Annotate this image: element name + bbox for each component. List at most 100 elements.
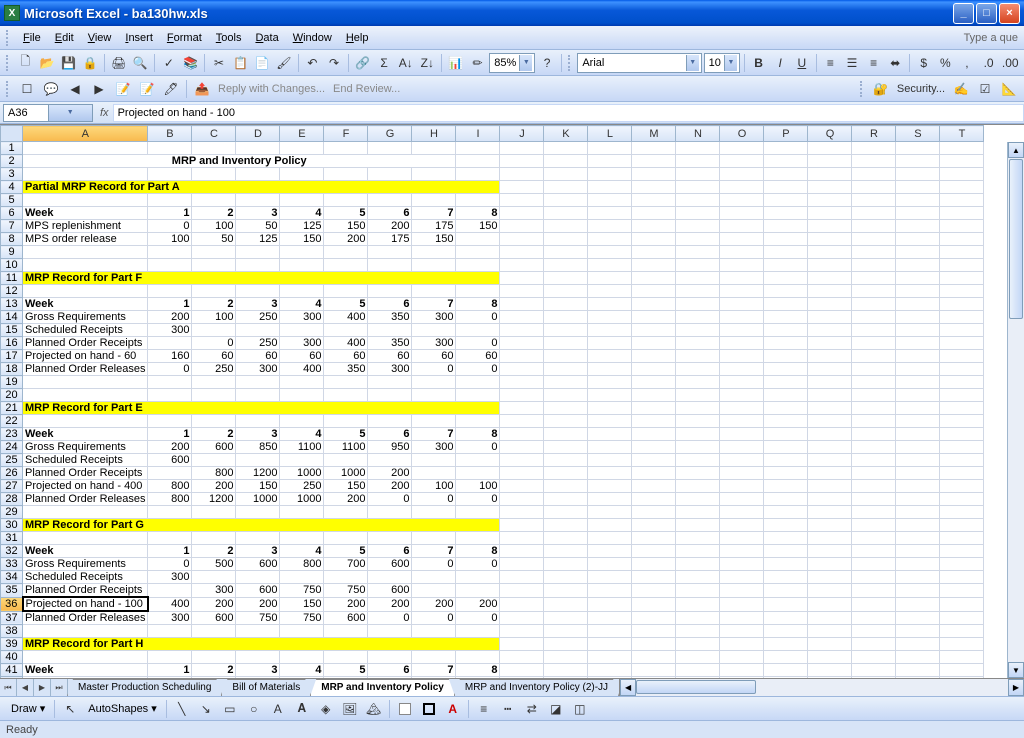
comma-button[interactable]: ,: [957, 52, 977, 74]
col-header-R[interactable]: R: [852, 126, 896, 142]
cell-T12[interactable]: [940, 285, 984, 298]
cell-Q35[interactable]: [808, 584, 852, 598]
close-button[interactable]: ×: [999, 3, 1020, 24]
cell-A9[interactable]: [23, 246, 148, 259]
cell-E27[interactable]: 250: [280, 480, 324, 493]
cell-E19[interactable]: [280, 376, 324, 389]
cell-J31[interactable]: [500, 532, 544, 545]
cell-K17[interactable]: [544, 350, 588, 363]
cell-M32[interactable]: [632, 545, 676, 558]
cell-P31[interactable]: [764, 532, 808, 545]
cell-S20[interactable]: [896, 389, 940, 402]
cell-B10[interactable]: [148, 259, 192, 272]
cell-B41[interactable]: 1: [148, 664, 192, 677]
cell-H3[interactable]: [412, 168, 456, 181]
cell-B25[interactable]: 600: [148, 454, 192, 467]
cell-T20[interactable]: [940, 389, 984, 402]
cell-R17[interactable]: [852, 350, 896, 363]
col-header-J[interactable]: J: [500, 126, 544, 142]
menu-window[interactable]: Window: [286, 29, 339, 47]
cell-Q15[interactable]: [808, 324, 852, 337]
col-header-I[interactable]: I: [456, 126, 500, 142]
cell-L34[interactable]: [588, 571, 632, 584]
cut-button[interactable]: ✂: [209, 52, 229, 74]
cell-A25[interactable]: Scheduled Receipts: [23, 454, 148, 467]
cell[interactable]: [500, 519, 544, 532]
row-header-25[interactable]: 25: [1, 454, 23, 467]
name-box[interactable]: A36 ▼: [3, 104, 93, 122]
maximize-button[interactable]: □: [976, 3, 997, 24]
cell-O14[interactable]: [720, 311, 764, 324]
cell-J26[interactable]: [500, 467, 544, 480]
cell-R1[interactable]: [852, 142, 896, 155]
col-header-T[interactable]: T: [940, 126, 984, 142]
row-header-40[interactable]: 40: [1, 651, 23, 664]
cell[interactable]: [588, 155, 632, 168]
cell-I31[interactable]: [456, 532, 500, 545]
cell-M41[interactable]: [632, 664, 676, 677]
cell-C16[interactable]: 0: [192, 337, 236, 350]
cell-G36[interactable]: 200: [368, 597, 412, 611]
cell-K18[interactable]: [544, 363, 588, 376]
currency-button[interactable]: $: [914, 52, 934, 74]
cell-H36[interactable]: 200: [412, 597, 456, 611]
cell-M7[interactable]: [632, 220, 676, 233]
cell-S42[interactable]: [896, 677, 940, 679]
cell-R20[interactable]: [852, 389, 896, 402]
cell-D29[interactable]: [236, 506, 280, 519]
cell-R9[interactable]: [852, 246, 896, 259]
cell-H23[interactable]: 7: [412, 428, 456, 441]
cell-S25[interactable]: [896, 454, 940, 467]
cell-J38[interactable]: [500, 625, 544, 638]
cell-H8[interactable]: 150: [412, 233, 456, 246]
cell-Q42[interactable]: [808, 677, 852, 679]
cell-G32[interactable]: 6: [368, 545, 412, 558]
cell-D36[interactable]: 200: [236, 597, 280, 611]
row-header-41[interactable]: 41: [1, 664, 23, 677]
cell-M36[interactable]: [632, 597, 676, 611]
cell-K42[interactable]: [544, 677, 588, 679]
cell-L5[interactable]: [588, 194, 632, 207]
cell-D26[interactable]: 1200: [236, 467, 280, 480]
cell-C14[interactable]: 100: [192, 311, 236, 324]
cell-J12[interactable]: [500, 285, 544, 298]
diagram-button[interactable]: ◈: [315, 698, 337, 720]
horizontal-scrollbar[interactable]: ◀ ▶: [619, 679, 1024, 696]
cell-F42[interactable]: 700: [324, 677, 368, 679]
cell-D27[interactable]: 150: [236, 480, 280, 493]
cell-L8[interactable]: [588, 233, 632, 246]
cell-E23[interactable]: 4: [280, 428, 324, 441]
cell-D10[interactable]: [236, 259, 280, 272]
cell-F25[interactable]: [324, 454, 368, 467]
cell-O3[interactable]: [720, 168, 764, 181]
cell[interactable]: [588, 638, 632, 651]
cell-I29[interactable]: [456, 506, 500, 519]
row-header-39[interactable]: 39: [1, 638, 23, 651]
row-header-3[interactable]: 3: [1, 168, 23, 181]
cell-M42[interactable]: [632, 677, 676, 679]
cell-E25[interactable]: [280, 454, 324, 467]
row-header-5[interactable]: 5: [1, 194, 23, 207]
cell-J8[interactable]: [500, 233, 544, 246]
cell-R16[interactable]: [852, 337, 896, 350]
cell-A23[interactable]: Week: [23, 428, 148, 441]
cell-B20[interactable]: [148, 389, 192, 402]
cell-S5[interactable]: [896, 194, 940, 207]
cell-B3[interactable]: [148, 168, 192, 181]
comment-button[interactable]: 💬: [40, 78, 62, 100]
cell-T40[interactable]: [940, 651, 984, 664]
cell-K24[interactable]: [544, 441, 588, 454]
cell-C34[interactable]: [192, 571, 236, 584]
cell-L19[interactable]: [588, 376, 632, 389]
cell-R14[interactable]: [852, 311, 896, 324]
cell-H22[interactable]: [412, 415, 456, 428]
cell[interactable]: [544, 181, 588, 194]
cell[interactable]: [940, 638, 984, 651]
cell-P19[interactable]: [764, 376, 808, 389]
col-header-S[interactable]: S: [896, 126, 940, 142]
cell-R12[interactable]: [852, 285, 896, 298]
cell-F23[interactable]: 5: [324, 428, 368, 441]
cell-M40[interactable]: [632, 651, 676, 664]
cell-T25[interactable]: [940, 454, 984, 467]
chevron-down-icon[interactable]: ▼: [48, 105, 93, 121]
